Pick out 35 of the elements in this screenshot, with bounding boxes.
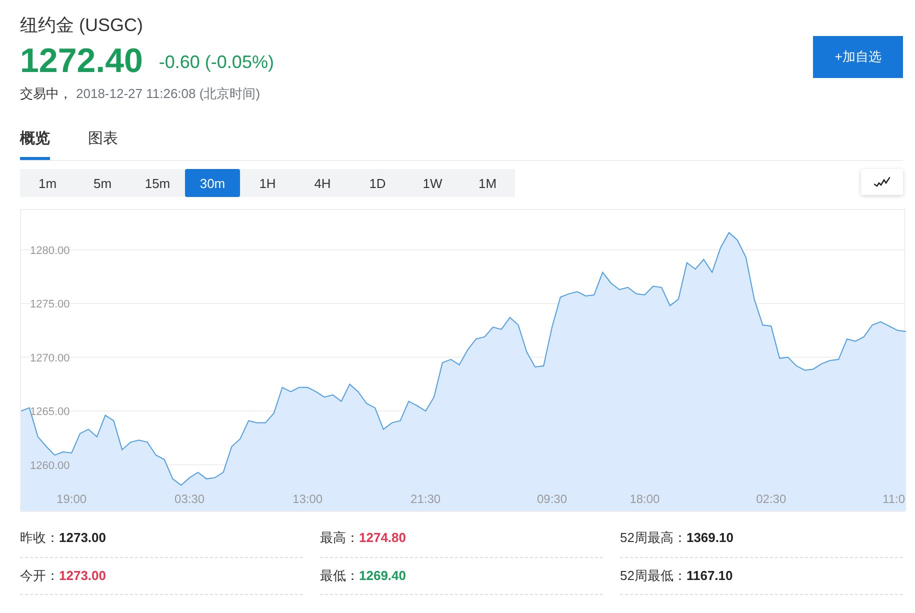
tab[interactable]: 概览 <box>20 122 50 160</box>
add-watchlist-button[interactable]: +加自选 <box>813 36 903 78</box>
x-axis-label: 02:30 <box>756 492 786 506</box>
stat-label: 52周最低： <box>620 566 686 585</box>
stat-label: 最低： <box>320 566 359 585</box>
stat-value: 1273.00 <box>59 566 106 585</box>
x-axis-label: 11:0 <box>882 492 905 506</box>
stat-label: 今开： <box>20 566 59 585</box>
instrument-title: 纽约金 (USGC) <box>20 14 144 37</box>
stat-label: 最高： <box>320 529 359 548</box>
price-value: 1272.40 <box>20 43 143 80</box>
stat-label: 昨收： <box>20 529 59 548</box>
tab[interactable]: 图表 <box>88 122 118 160</box>
y-axis-label: 1275.00 <box>30 298 70 311</box>
y-axis-label: 1270.00 <box>30 352 70 365</box>
line-chart-icon <box>874 177 890 188</box>
x-axis-label: 09:30 <box>536 492 568 506</box>
price-change: -0.60 (-0.05%) <box>158 51 274 74</box>
period-tab[interactable]: 30m <box>185 169 240 198</box>
stat-value: 1274.80 <box>359 529 406 548</box>
x-axis-label: 19:00 <box>56 492 87 506</box>
y-axis-label: 1280.00 <box>30 245 70 258</box>
x-axis-label: 21:30 <box>410 492 441 506</box>
y-axis-label: 1260.00 <box>30 460 70 472</box>
x-axis-label: 13:00 <box>292 492 323 506</box>
stat-value: 1269.40 <box>359 566 406 585</box>
trading-status: 交易中， <box>20 85 72 104</box>
stat-value: 1167.10 <box>686 566 733 585</box>
chart-type-button[interactable] <box>861 169 903 196</box>
timestamp: 2018-12-27 11:26:08 (北京时间) <box>76 85 260 104</box>
stat-label: 52周最高： <box>620 529 686 548</box>
stat-value: 1273.00 <box>59 529 106 548</box>
x-axis-label: 03:30 <box>174 492 205 506</box>
stat-value: 1369.10 <box>686 529 734 548</box>
x-axis-label: 18:00 <box>630 492 660 506</box>
